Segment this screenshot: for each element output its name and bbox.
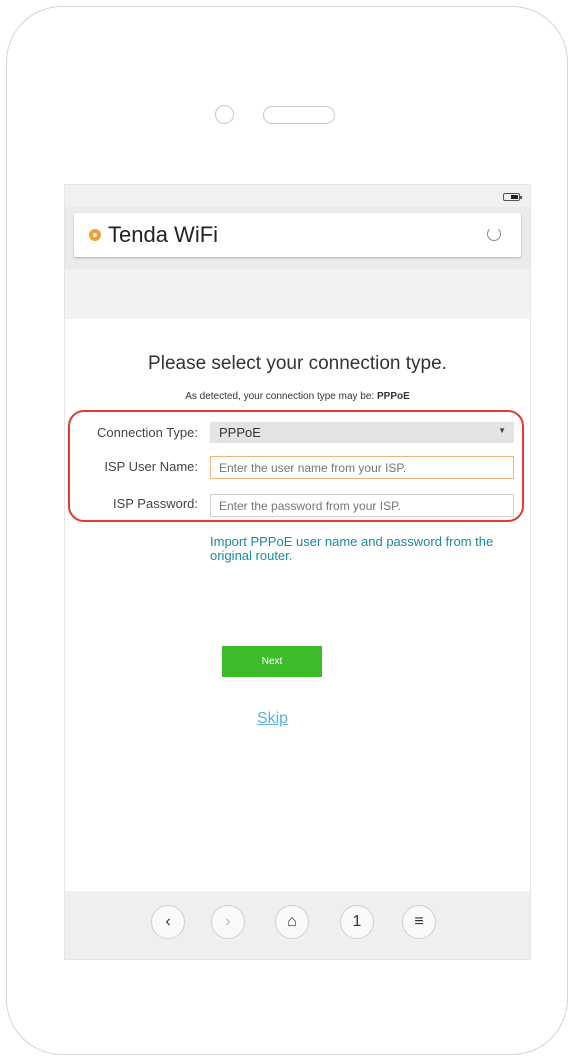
menu-button[interactable]: ≡: [402, 905, 436, 939]
back-button[interactable]: ‹: [151, 905, 185, 939]
battery-icon: [503, 193, 522, 201]
tab-count: 1: [352, 913, 362, 930]
next-button[interactable]: Next: [222, 646, 322, 677]
connection-type-value: PPPoE: [219, 425, 261, 440]
phone-screen: Tenda WiFi Please select your connection…: [64, 184, 531, 960]
isp-user-name-label: ISP User Name:: [104, 459, 198, 474]
tabs-button[interactable]: 1: [340, 905, 374, 939]
browser-nav-bar: ‹ › ⌂ 1 ≡: [65, 891, 530, 959]
camera-icon: [215, 105, 234, 124]
page-header-band: [65, 269, 530, 319]
connection-type-label: Connection Type:: [97, 425, 198, 440]
menu-icon: ≡: [414, 913, 424, 930]
isp-user-name-input[interactable]: [210, 456, 514, 479]
browser-toolbar: Tenda WiFi: [65, 207, 530, 269]
skip-link[interactable]: Skip: [65, 710, 480, 728]
isp-password-label: ISP Password:: [112, 496, 198, 511]
detected-connection-text: As detected, your connection type may be…: [65, 391, 530, 402]
chevron-left-icon: ‹: [165, 913, 171, 930]
import-pppoe-link[interactable]: Import PPPoE user name and password from…: [210, 535, 510, 563]
chevron-right-icon: ›: [225, 913, 231, 930]
home-button[interactable]: ⌂: [275, 905, 309, 939]
dropdown-arrow-icon: ▼: [498, 426, 506, 435]
detected-value: PPPoE: [376, 391, 410, 402]
isp-password-input[interactable]: [210, 494, 514, 517]
detected-prefix: As detected, your connection type may be…: [185, 391, 377, 402]
refresh-icon[interactable]: [487, 227, 501, 241]
speaker-icon: [263, 106, 335, 124]
home-icon: ⌂: [287, 913, 297, 930]
page-title: Please select your connection type.: [148, 353, 447, 374]
site-logo-icon: [89, 229, 101, 241]
connection-type-select[interactable]: PPPoE ▼: [210, 422, 514, 443]
address-bar[interactable]: Tenda WiFi: [74, 213, 521, 257]
site-title: Tenda WiFi: [108, 222, 219, 247]
status-bar: [65, 185, 530, 207]
forward-button[interactable]: ›: [211, 905, 245, 939]
